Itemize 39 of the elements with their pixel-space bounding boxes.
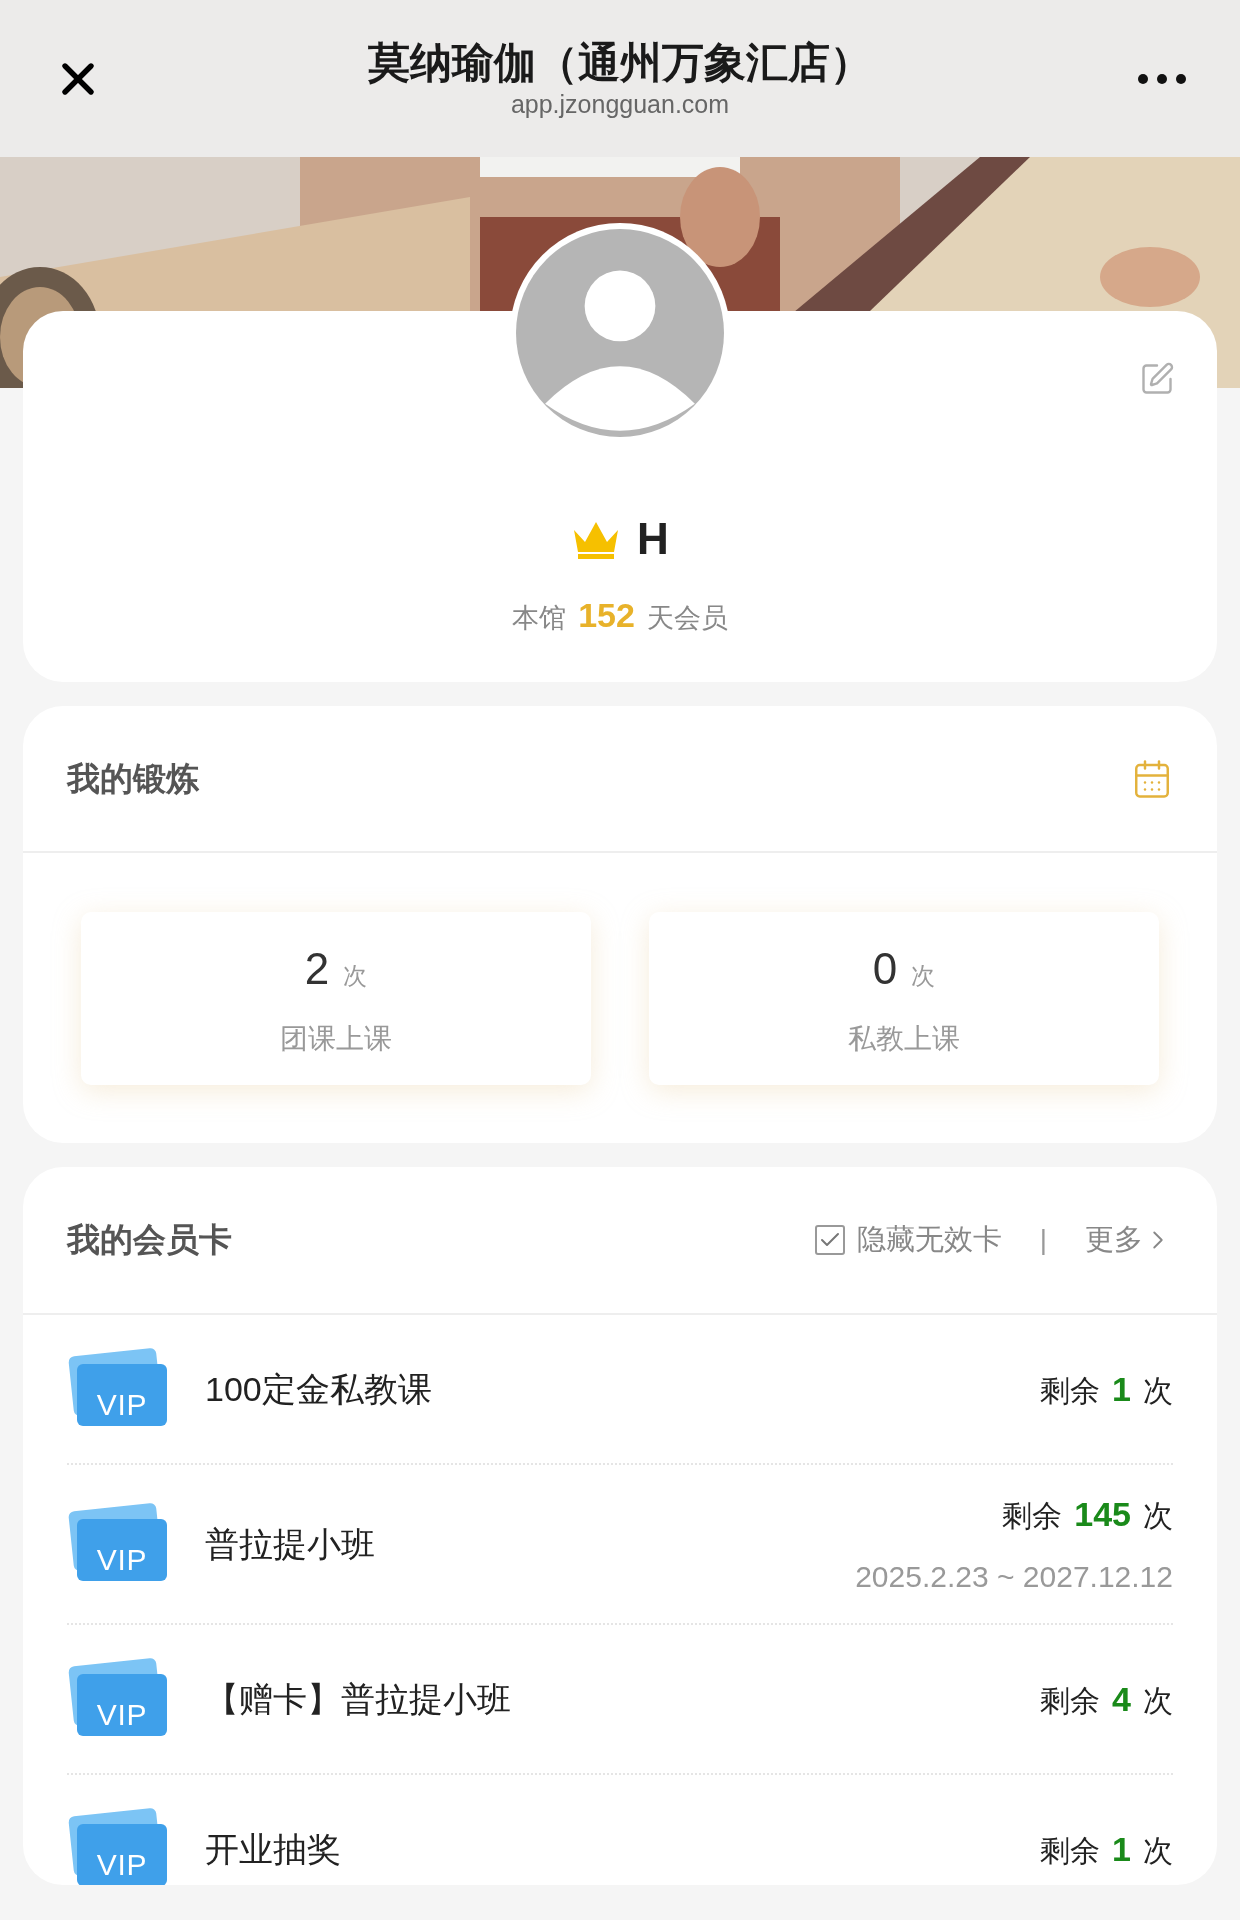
membership-days: 152 [578, 590, 635, 641]
stat-unit: 次 [911, 961, 936, 991]
section-title: 我的会员卡 [67, 1220, 233, 1261]
card-name: 开业抽奖 [205, 1828, 342, 1870]
more-link[interactable]: 更多 [1085, 1218, 1173, 1262]
page-title: 莫纳瑜伽（通州万象汇店） [368, 37, 872, 88]
vip-label: VIP [96, 1700, 148, 1730]
membership-suffix: 天会员 [646, 602, 728, 635]
card-name: 【赠卡】普拉提小班 [205, 1678, 512, 1720]
more-icon [1137, 72, 1187, 85]
separator: | [1039, 1223, 1047, 1257]
remaining-count: 1 [1112, 1368, 1131, 1410]
stat-value: 0 [872, 943, 898, 995]
member-name: H [637, 513, 669, 565]
stat-value: 2 [304, 943, 330, 995]
validity-period: 2025.2.23 ~ 2027.12.12 [855, 1559, 1173, 1595]
stat-label: 团课上课 [280, 1022, 392, 1056]
section-title: 我的锻炼 [67, 758, 199, 799]
remaining-unit: 次 [1143, 1372, 1173, 1409]
remaining-unit: 次 [1143, 1682, 1173, 1719]
remaining-label: 剩余 [1040, 1372, 1101, 1409]
hide-invalid-checkbox[interactable]: 隐藏无效卡 [814, 1218, 1002, 1262]
stat-label: 私教上课 [848, 1022, 960, 1056]
remaining-count: 4 [1112, 1678, 1131, 1720]
card-name: 100定金私教课 [205, 1368, 433, 1410]
remaining-label: 剩余 [1002, 1498, 1063, 1534]
card-name: 普拉提小班 [205, 1523, 376, 1565]
vip-label: VIP [96, 1850, 148, 1880]
remaining-label: 剩余 [1040, 1832, 1101, 1869]
vip-label: VIP [96, 1545, 148, 1575]
remaining-label: 剩余 [1040, 1682, 1101, 1719]
vip-label: VIP [96, 1390, 148, 1420]
membership-prefix: 本馆 [512, 602, 567, 635]
remaining-count: 1 [1112, 1828, 1131, 1870]
page-url: app.jzongguan.com [510, 89, 730, 121]
remaining-unit: 次 [1143, 1832, 1173, 1869]
stat-unit: 次 [343, 961, 368, 991]
remaining-count: 145 [1074, 1494, 1131, 1535]
remaining-unit: 次 [1143, 1498, 1173, 1534]
